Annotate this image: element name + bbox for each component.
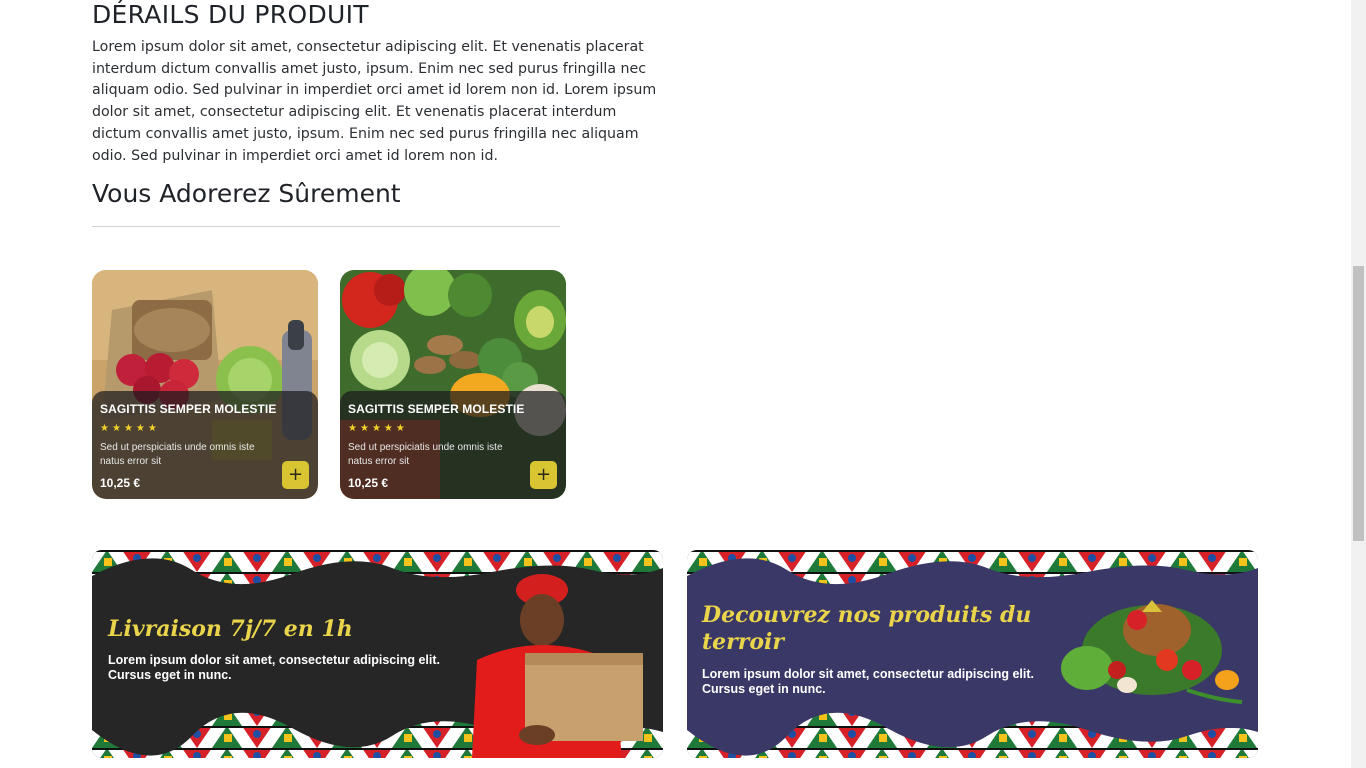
star-icon: ★ [348, 423, 357, 434]
star-icon: ★ [111, 423, 121, 434]
star-icon: ★ [359, 423, 369, 434]
terroir-banner[interactable]: Decouvrez nos produits du terroir Lorem … [687, 550, 1258, 758]
suggestions-divider [92, 226, 560, 227]
product-description: Sed ut perspiciatis unde omnis iste natu… [348, 442, 503, 467]
star-icon: ★ [123, 423, 133, 434]
add-to-cart-button[interactable]: + [282, 461, 309, 489]
product-name: SAGITTIS SEMPER MOLESTIE [100, 402, 277, 416]
product-price: 10,25 € [348, 476, 389, 490]
suggestions-title: Vous Adorerez Sûrement [92, 179, 401, 208]
product-card[interactable]: SAGITTIS SEMPER MOLESTIE ★ ★ ★ ★ ★ Sed u… [92, 270, 318, 499]
scrollbar-thumb[interactable] [1353, 266, 1364, 541]
banner-text: Lorem ipsum dolor sit amet, consectetur … [108, 653, 441, 682]
product-name: SAGITTIS SEMPER MOLESTIE [348, 402, 525, 416]
banner-title: Decouvrez nos produits du terroir [702, 602, 1032, 655]
rating-stars: ★ ★ ★ ★ ★ [100, 423, 157, 434]
banner-text: Lorem ipsum dolor sit amet, consectetur … [702, 667, 1035, 696]
product-card[interactable]: SAGITTIS SEMPER MOLESTIE ★ ★ ★ ★ ★ Sed u… [340, 270, 566, 499]
star-icon: ★ [100, 423, 109, 434]
product-details-title: DÉRAILS DU PRODUIT [92, 0, 369, 29]
rating-stars: ★ ★ ★ ★ ★ [348, 423, 405, 434]
star-icon: ★ [371, 423, 381, 434]
product-description: Sed ut perspiciatis unde omnis iste natu… [100, 442, 255, 467]
banner-title: Livraison 7j/7 en 1h [108, 616, 353, 642]
product-details-text: Lorem ipsum dolor sit amet, consectetur … [92, 39, 657, 164]
product-price: 10,25 € [100, 476, 141, 490]
add-to-cart-button[interactable]: + [530, 461, 557, 489]
star-icon: ★ [147, 423, 157, 434]
star-icon: ★ [395, 423, 405, 434]
star-icon: ★ [383, 423, 393, 434]
star-icon: ★ [135, 423, 145, 434]
delivery-banner[interactable]: Livraison 7j/7 en 1h Lorem ipsum dolor s… [92, 550, 663, 758]
page: DÉRAILS DU PRODUIT Lorem ipsum dolor sit… [0, 0, 1351, 768]
